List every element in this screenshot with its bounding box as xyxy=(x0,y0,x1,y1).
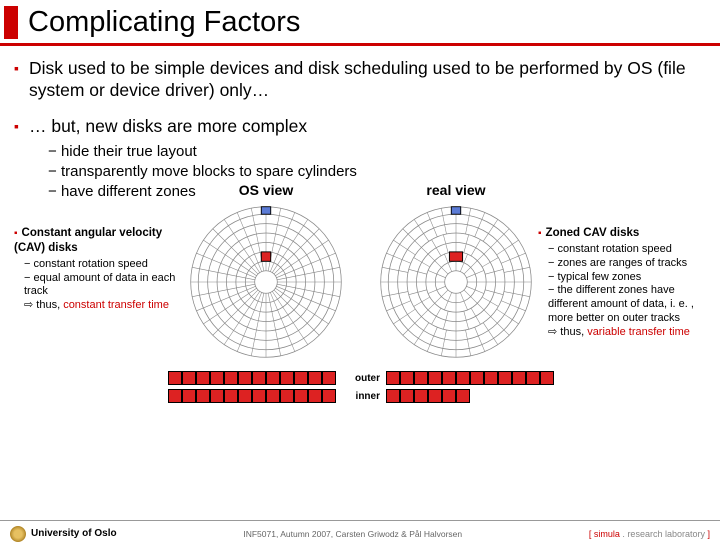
sub-item: hide their true layout xyxy=(48,142,708,162)
legend-bar xyxy=(386,371,554,385)
footer-uni: University of Oslo xyxy=(10,526,117,542)
zcav-heading: Zoned CAV disks xyxy=(546,227,640,239)
bullet-2: ▪ … but, new disks are more complex xyxy=(14,116,708,138)
list-item-arrow: thus, variable transfer time xyxy=(548,326,708,340)
legend-bar xyxy=(386,389,554,403)
bullet-2-text: … but, new disks are more complex xyxy=(29,116,307,138)
title-bar: Complicating Factors xyxy=(4,6,720,39)
legend-bar xyxy=(168,389,336,403)
list-item: typical few zones xyxy=(548,271,708,285)
footer-uni-text: University of Oslo xyxy=(31,528,117,539)
red-marker-icon xyxy=(261,252,270,261)
left-side-list: constant rotation speed equal amount of … xyxy=(24,258,184,313)
right-side-text: ▪ Zoned CAV disks constant rotation speed… xyxy=(538,226,708,339)
list-item: constant rotation speed xyxy=(548,243,708,257)
list-item: constant rotation speed xyxy=(24,258,184,272)
blue-marker-icon xyxy=(261,207,270,215)
bullet-square-icon: ▪ xyxy=(14,228,18,239)
sub-item: transparently move blocks to spare cylin… xyxy=(48,162,708,182)
os-view-wrap: OS view xyxy=(186,204,346,367)
right-side-list: constant rotation speed zones are ranges… xyxy=(548,243,708,339)
list-item-arrow: thus, constant transfer time xyxy=(24,299,184,313)
legend-bar xyxy=(168,371,336,385)
os-view-disk-icon xyxy=(186,202,346,362)
blue-marker-icon xyxy=(451,207,460,215)
uio-seal-icon xyxy=(10,526,26,542)
disk-diagrams: OS view real view xyxy=(184,204,538,367)
slide-body: ▪ Disk used to be simple devices and dis… xyxy=(0,58,720,403)
legend-block: outer inner xyxy=(14,371,708,403)
legend-inner: inner xyxy=(14,389,708,403)
title-underline xyxy=(0,43,720,46)
footer-center: INF5071, Autumn 2007, Carsten Griwodz & … xyxy=(243,529,462,539)
os-view-label: OS view xyxy=(186,182,346,198)
footer: University of Oslo INF5071, Autumn 2007,… xyxy=(0,520,720,546)
cav-heading: Constant angular velocity (CAV) disks xyxy=(14,227,162,254)
real-view-disk-icon xyxy=(376,202,536,362)
footer-simula: [ simula . research laboratory ] xyxy=(589,529,710,539)
diagram-row: ▪Constant angular velocity (CAV) disks c… xyxy=(14,204,708,367)
list-item: the different zones have different amoun… xyxy=(548,284,708,325)
red-marker-icon xyxy=(449,252,462,261)
bullet-square-icon: ▪ xyxy=(14,58,19,102)
list-item: equal amount of data in each track xyxy=(24,272,184,300)
bullet-1-text: Disk used to be simple devices and disk … xyxy=(29,58,708,102)
page-title: Complicating Factors xyxy=(28,6,720,39)
real-view-label: real view xyxy=(376,182,536,198)
left-side-text: ▪Constant angular velocity (CAV) disks c… xyxy=(14,226,184,313)
bullet-1: ▪ Disk used to be simple devices and dis… xyxy=(14,58,708,102)
legend-label-inner: inner xyxy=(336,391,386,402)
bullet-square-icon: ▪ xyxy=(538,228,542,239)
real-view-wrap: real view xyxy=(376,204,536,367)
legend-outer: outer xyxy=(14,371,708,385)
list-item: zones are ranges of tracks xyxy=(548,257,708,271)
bullet-square-icon: ▪ xyxy=(14,116,19,138)
legend-label-outer: outer xyxy=(336,373,386,384)
